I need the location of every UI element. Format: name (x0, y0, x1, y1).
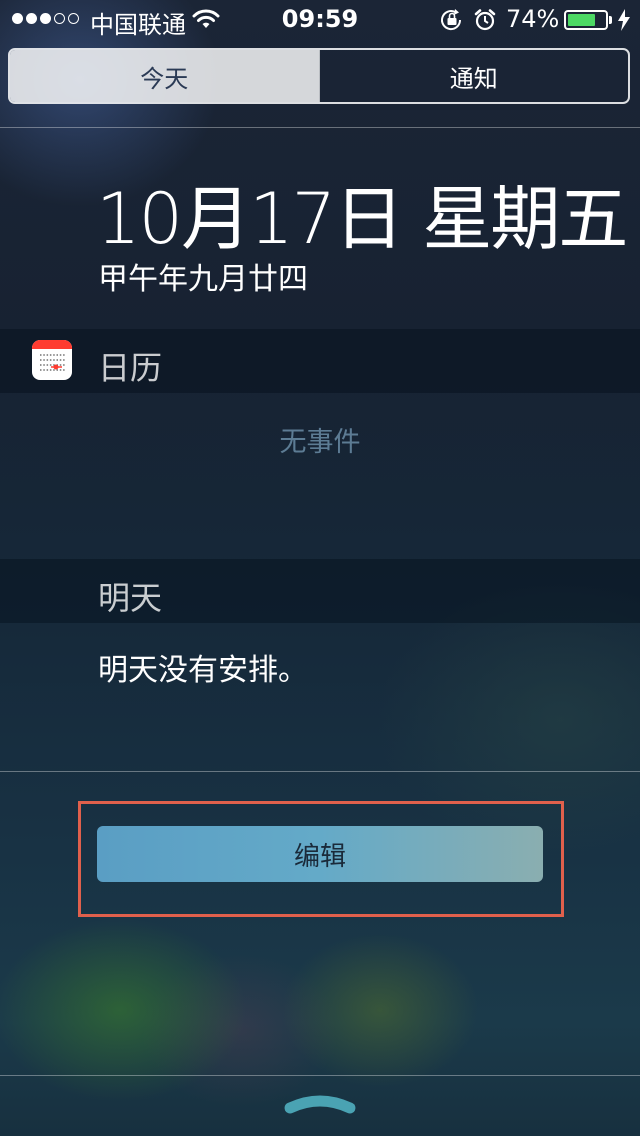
tomorrow-summary: 明天没有安排。 (98, 653, 308, 688)
tomorrow-section-title: 明天 (98, 579, 163, 617)
status-bar: 中国联通 09:59 74% (0, 0, 640, 40)
tab-notifications[interactable]: 通知 (318, 50, 629, 102)
calendar-section-title: 日历 (98, 349, 163, 387)
divider (0, 1075, 640, 1076)
today-date: 10月17日 星期五 (96, 178, 628, 260)
rotation-lock-icon (440, 9, 464, 35)
tomorrow-section-header: 明天 (0, 559, 640, 623)
battery-percentage: 74% (506, 5, 560, 33)
tab-today[interactable]: 今天 (10, 50, 319, 102)
no-events-text: 无事件 (279, 427, 361, 458)
battery-level-fill (568, 14, 595, 26)
alarm-icon (474, 9, 496, 35)
battery-tip (609, 16, 612, 24)
divider (0, 127, 640, 128)
close-grabber-handle-icon[interactable] (282, 1086, 358, 1122)
battery-icon (564, 10, 608, 30)
divider (0, 771, 640, 772)
calendar-app-icon (32, 340, 72, 380)
today-notifications-segmented-control: 今天 通知 (8, 48, 630, 104)
charging-icon (617, 9, 631, 35)
lunar-date: 甲午年九月廿四 (98, 262, 308, 297)
calendar-section-header[interactable]: 日历 (0, 329, 640, 393)
edit-button[interactable]: 编辑 (97, 826, 543, 882)
